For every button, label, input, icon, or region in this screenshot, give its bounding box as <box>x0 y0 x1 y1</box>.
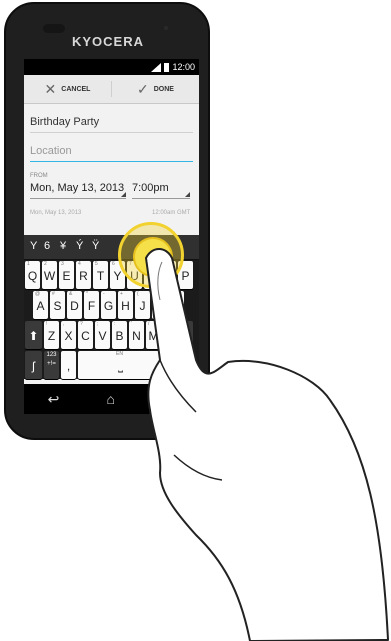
hand-outline <box>145 248 389 641</box>
pointing-hand-illustration <box>145 248 389 641</box>
